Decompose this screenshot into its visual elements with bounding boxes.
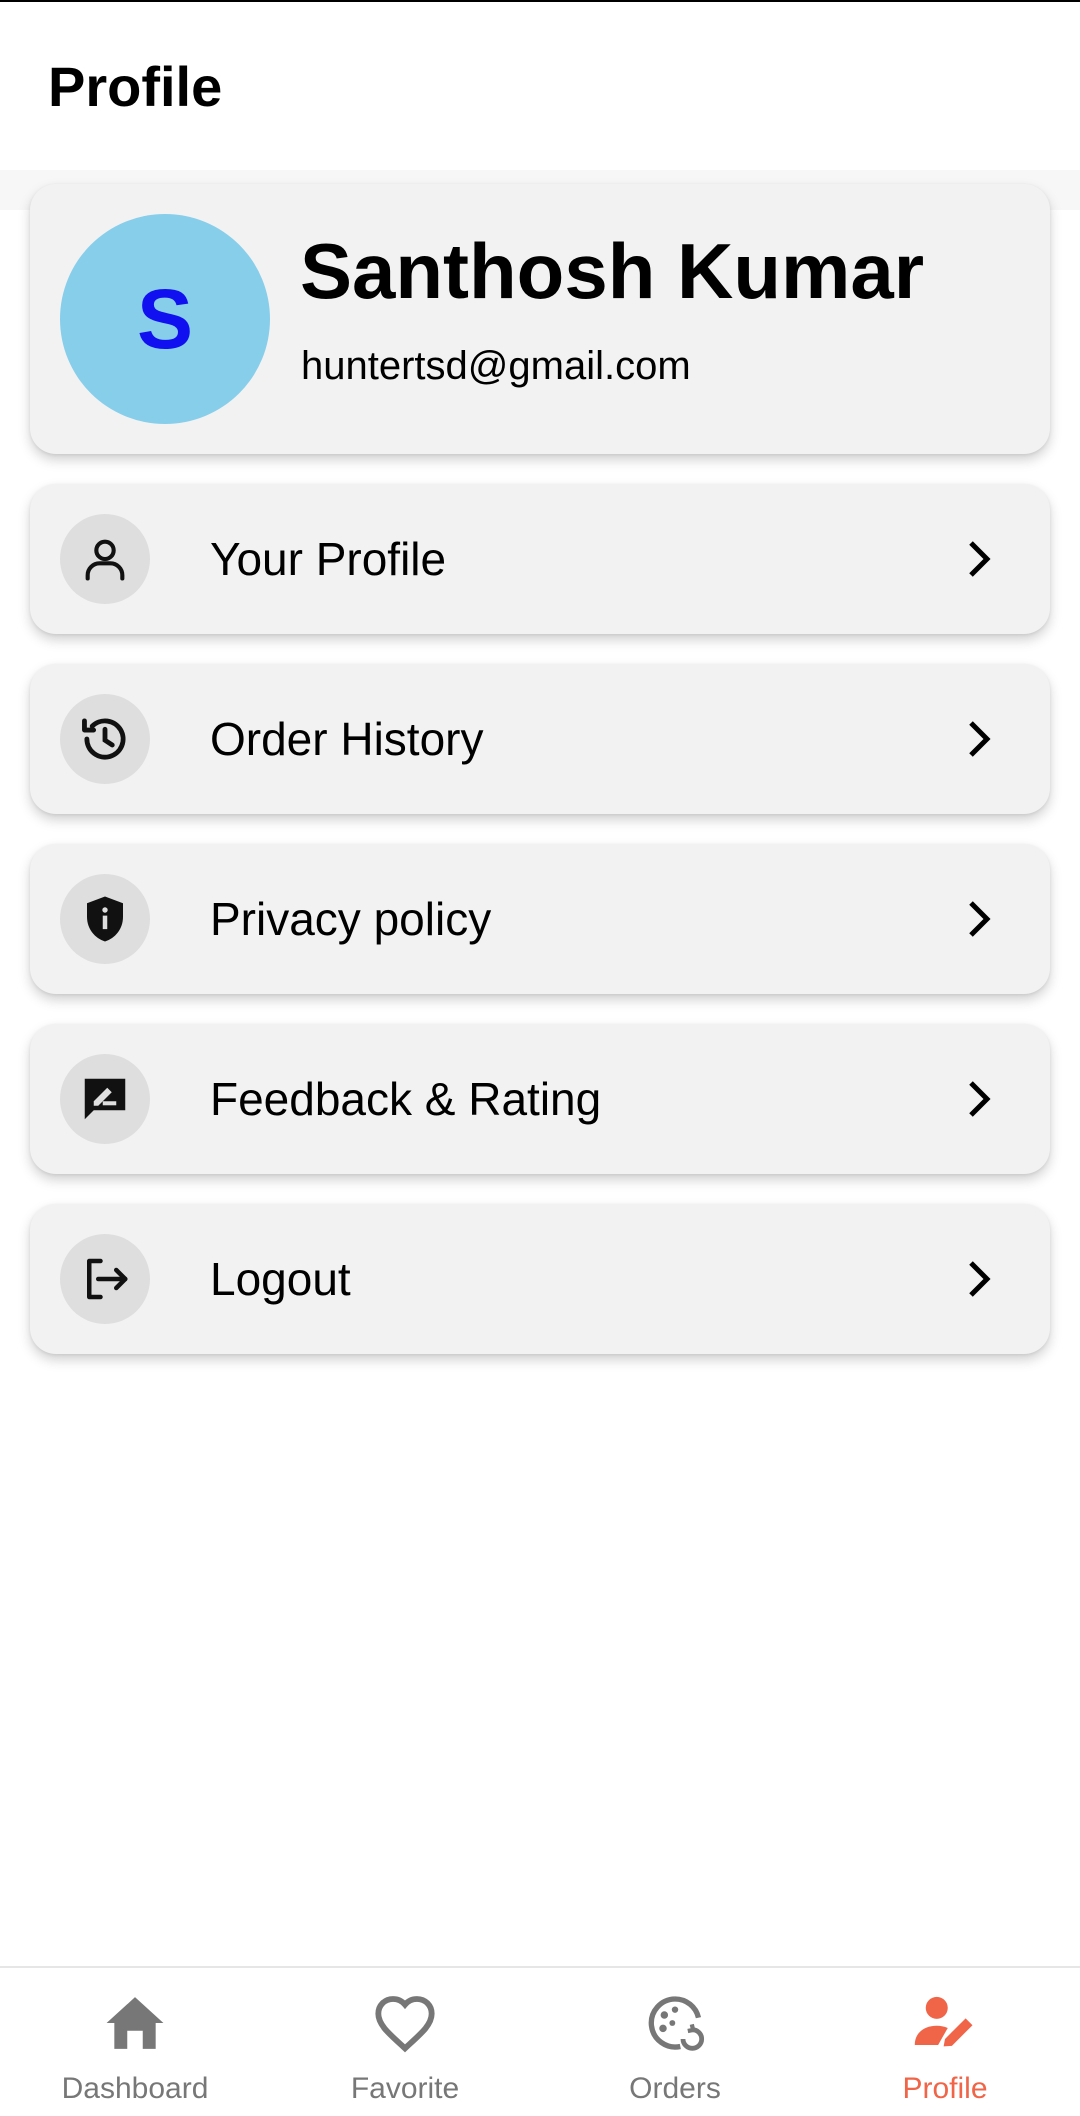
profile-edit-icon <box>912 1990 978 2056</box>
page-title: Profile <box>48 55 223 118</box>
menu-item-logout[interactable]: Logout <box>30 1204 1050 1354</box>
history-icon <box>60 694 150 784</box>
menu-item-your-profile[interactable]: Your Profile <box>30 484 1050 634</box>
user-name: Santhosh Kumar <box>300 227 925 315</box>
nav-label: Dashboard <box>61 2072 209 2105</box>
nav-label: Profile <box>902 2072 988 2105</box>
nav-item-orders[interactable]: Orders <box>540 1968 810 2116</box>
profile-card: S Santhosh Kumar huntertsd@gmail.com <box>30 184 1050 454</box>
shield-info-icon <box>60 874 150 964</box>
logout-icon <box>60 1234 150 1324</box>
menu-item-label: Feedback & Rating <box>210 1073 602 1125</box>
menu-item-feedback-rating[interactable]: Feedback & Rating <box>30 1024 1050 1174</box>
chevron-right-icon <box>960 719 1000 759</box>
nav-item-favorite[interactable]: Favorite <box>270 1968 540 2116</box>
rate-review-icon <box>60 1054 150 1144</box>
menu-item-label: Order History <box>210 713 484 765</box>
menu-item-label: Privacy policy <box>210 893 492 945</box>
app-bar: Profile <box>0 2 1080 170</box>
person-icon <box>60 514 150 604</box>
orders-icon <box>642 1990 708 2056</box>
chevron-right-icon <box>960 539 1000 579</box>
heart-icon <box>372 1990 438 2056</box>
user-email: huntertsd@gmail.com <box>301 344 691 388</box>
nav-label: Favorite <box>350 2072 460 2105</box>
menu-item-label: Your Profile <box>210 533 447 585</box>
avatar-initial: S <box>136 271 194 366</box>
chevron-right-icon <box>960 1079 1000 1119</box>
menu-item-order-history[interactable]: Order History <box>30 664 1050 814</box>
bottom-navigation: Dashboard Favorite Orders Profile <box>0 1966 1080 2116</box>
home-icon <box>102 1990 168 2056</box>
menu-item-label: Logout <box>210 1253 351 1305</box>
chevron-right-icon <box>960 899 1000 939</box>
nav-label: Orders <box>629 2072 721 2105</box>
menu-item-privacy-policy[interactable]: Privacy policy <box>30 844 1050 994</box>
chevron-right-icon <box>960 1259 1000 1299</box>
avatar: S <box>60 214 270 424</box>
nav-item-dashboard[interactable]: Dashboard <box>0 1968 270 2116</box>
nav-item-profile[interactable]: Profile <box>810 1968 1080 2116</box>
